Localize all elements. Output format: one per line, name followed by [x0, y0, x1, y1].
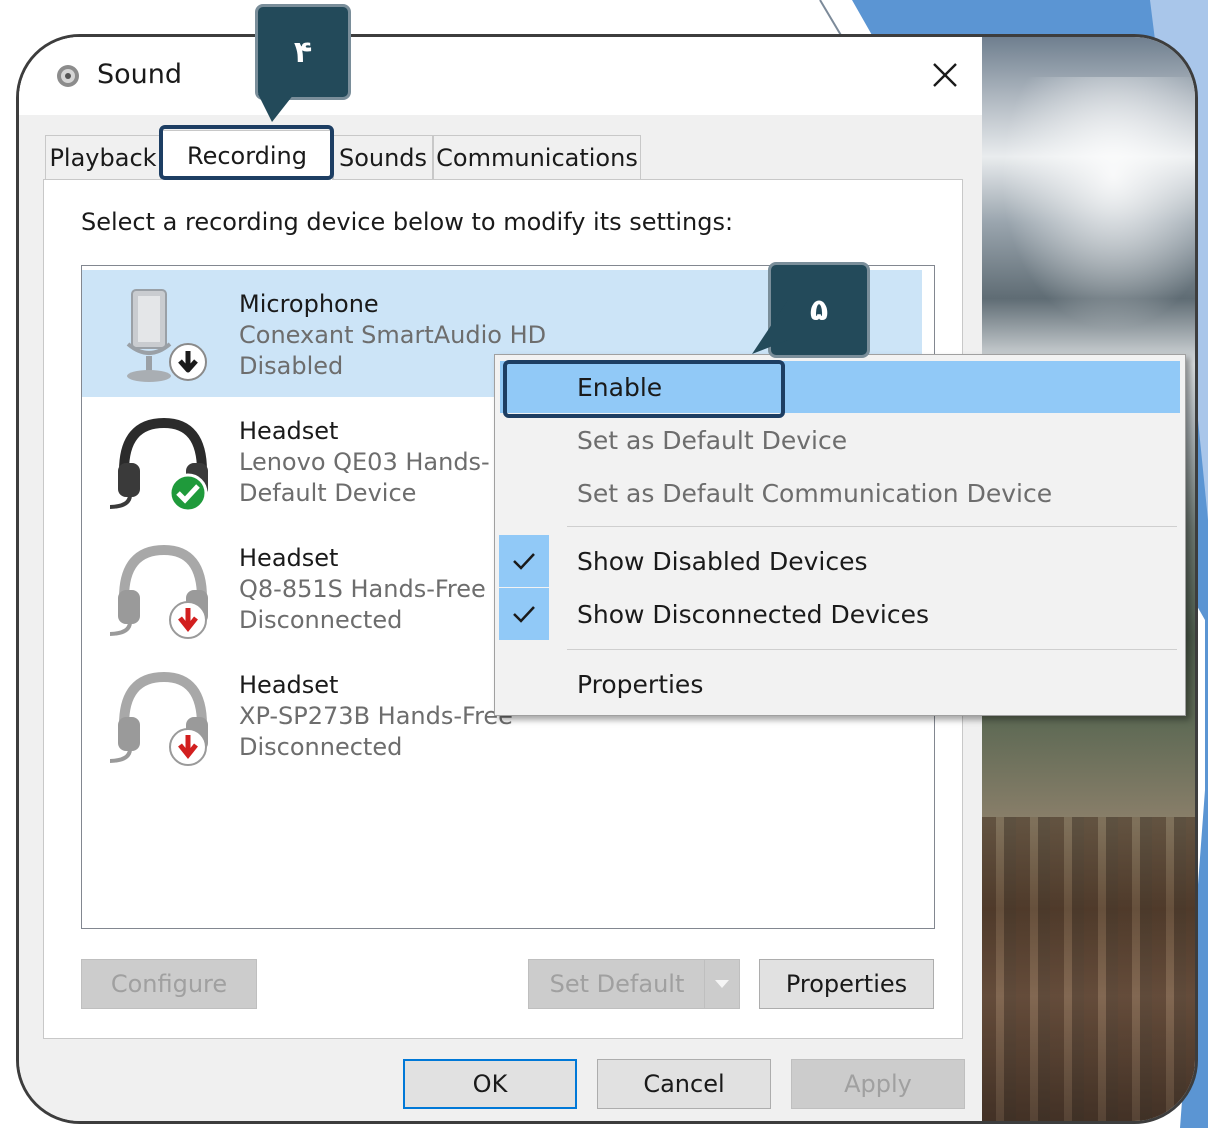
headset-icon [110, 417, 208, 513]
device-driver: XP-SP273B Hands-Free [239, 702, 513, 730]
callout-step-4: ۴ [255, 4, 351, 100]
menu-item-show-disabled[interactable]: Show Disabled Devices [495, 535, 1185, 587]
device-status: Disabled [239, 352, 344, 380]
speaker-icon [57, 65, 79, 87]
screenshot-frame: Sound Playback Recording Sounds Communic… [16, 34, 1198, 1124]
tab-sounds[interactable]: Sounds [333, 135, 433, 180]
red-down-arrow-icon [169, 728, 207, 766]
red-down-arrow-icon [169, 601, 207, 639]
device-name: Headset [239, 671, 339, 699]
wallpaper-clouds [982, 77, 1195, 357]
device-name: Microphone [239, 290, 379, 318]
device-driver: Q8-851S Hands-Free [239, 575, 486, 603]
down-arrow-icon [169, 343, 207, 381]
close-icon [933, 63, 957, 87]
highlight-enable-item [503, 360, 785, 418]
menu-item-set-default-communication[interactable]: Set as Default Communication Device [495, 467, 1185, 519]
headset-icon [110, 544, 208, 639]
device-status: Disconnected [239, 606, 403, 634]
tab-communications[interactable]: Communications [433, 135, 641, 180]
instructions-text: Select a recording device below to modif… [81, 208, 734, 236]
device-driver: Lenovo QE03 Hands- [239, 448, 490, 476]
menu-separator [567, 649, 1177, 650]
callout-pointer-5 [752, 300, 788, 354]
device-name: Headset [239, 417, 339, 445]
tab-playback[interactable]: Playback [45, 135, 161, 180]
apply-button[interactable]: Apply [791, 1059, 965, 1109]
title-bar[interactable]: Sound [19, 37, 982, 115]
highlight-recording-tab [159, 125, 334, 180]
menu-item-set-default-device[interactable]: Set as Default Device [495, 414, 1185, 466]
close-button[interactable] [919, 51, 971, 99]
menu-separator [567, 526, 1177, 527]
properties-button[interactable]: Properties [759, 959, 934, 1009]
cancel-button[interactable]: Cancel [597, 1059, 771, 1109]
headset-icon [110, 671, 208, 766]
callout-pointer-4 [258, 94, 294, 122]
device-status: Disconnected [239, 733, 403, 761]
menu-item-properties[interactable]: Properties [495, 658, 1185, 710]
ok-button[interactable]: OK [403, 1059, 577, 1109]
wallpaper-town [982, 817, 1195, 1121]
device-status: Default Device [239, 479, 417, 507]
menu-item-show-disconnected[interactable]: Show Disconnected Devices [495, 588, 1185, 640]
set-default-button[interactable]: Set Default [528, 959, 740, 1009]
set-default-label: Set Default [549, 970, 685, 998]
set-default-dropdown[interactable] [704, 960, 739, 1008]
window-title: Sound [97, 59, 183, 90]
device-driver: Conexant SmartAudio HD [239, 321, 547, 349]
chevron-down-icon [715, 980, 729, 988]
configure-button[interactable]: Configure [81, 959, 257, 1009]
device-name: Headset [239, 544, 339, 572]
microphone-icon [126, 289, 207, 382]
check-icon [168, 473, 208, 513]
